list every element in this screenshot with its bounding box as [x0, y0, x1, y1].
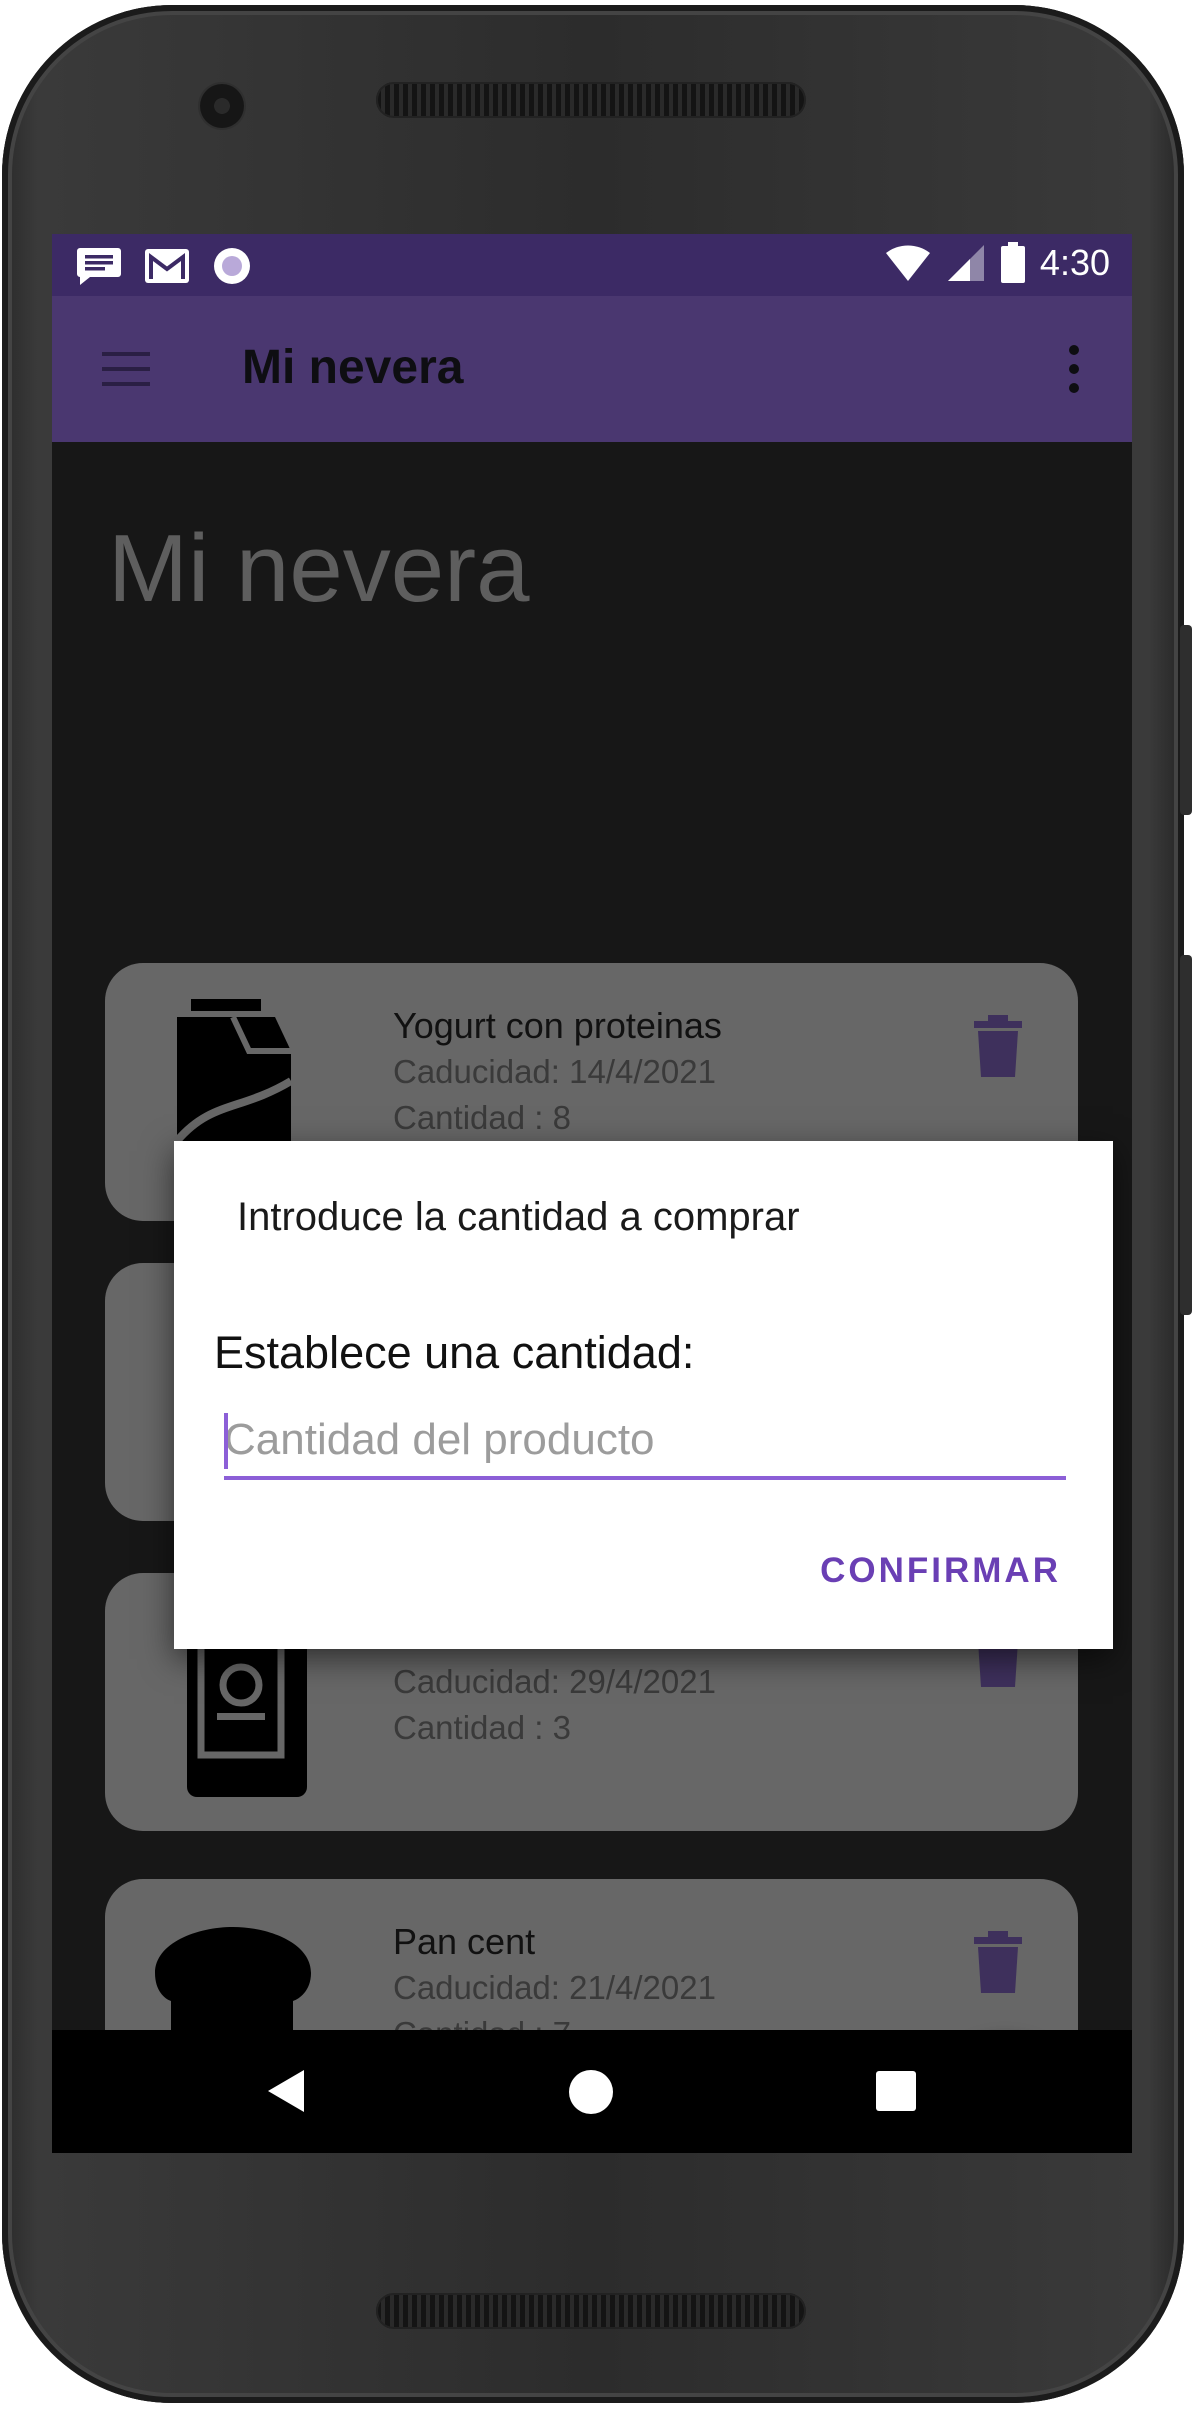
- text-cursor: [224, 1413, 228, 1469]
- more-vert-icon[interactable]: [1064, 344, 1084, 394]
- recent-apps-icon[interactable]: [876, 2071, 916, 2111]
- product-name: Yogurt con proteinas: [393, 1005, 722, 1046]
- trash-icon[interactable]: [972, 1931, 1024, 1995]
- product-expiry: Caducidad: 21/4/2021: [393, 1969, 716, 2006]
- confirm-button[interactable]: CONFIRMAR: [820, 1551, 1061, 1591]
- record-icon: [214, 248, 250, 284]
- message-icon: [77, 248, 121, 285]
- product-name: Pan cent: [393, 1921, 536, 1962]
- toolbar-title: Mi nevera: [242, 341, 464, 394]
- bottom-speaker: [376, 2293, 806, 2329]
- product-expiry: Caducidad: 14/4/2021: [393, 1053, 716, 1090]
- home-icon[interactable]: [569, 2070, 613, 2114]
- product-quantity: Cantidad : 8: [393, 1099, 571, 1136]
- volume-button: [1180, 955, 1192, 1315]
- wifi-icon: [885, 245, 930, 281]
- dialog-title: Introduce la cantidad a comprar: [237, 1195, 800, 1239]
- system-nav-bar: [52, 2030, 1132, 2153]
- screen: 4:30 Mi nevera Mi nevera Yogurt con prot…: [52, 234, 1132, 2153]
- quantity-input[interactable]: [224, 1404, 1066, 1480]
- front-camera: [200, 84, 244, 128]
- dialog-label: Establece una cantidad:: [214, 1327, 695, 1378]
- clock: 4:30: [1039, 242, 1110, 283]
- product-quantity: Cantidad : 3: [393, 1709, 571, 1746]
- signal-icon: [947, 245, 984, 281]
- quantity-dialog: Introduce la cantidad a comprar Establec…: [174, 1141, 1113, 1649]
- trash-icon[interactable]: [972, 1015, 1024, 1079]
- battery-icon: [1000, 242, 1025, 283]
- gmail-icon: [145, 249, 189, 283]
- status-bar: 4:30: [52, 234, 1132, 296]
- hamburger-menu-icon[interactable]: [98, 346, 154, 392]
- back-icon[interactable]: [266, 2068, 306, 2114]
- product-expiry: Caducidad: 29/4/2021: [393, 1663, 716, 1700]
- earpiece-speaker: [376, 82, 806, 118]
- app-toolbar: Mi nevera: [52, 296, 1132, 442]
- power-button: [1180, 625, 1192, 815]
- page-title: Mi nevera: [108, 515, 530, 622]
